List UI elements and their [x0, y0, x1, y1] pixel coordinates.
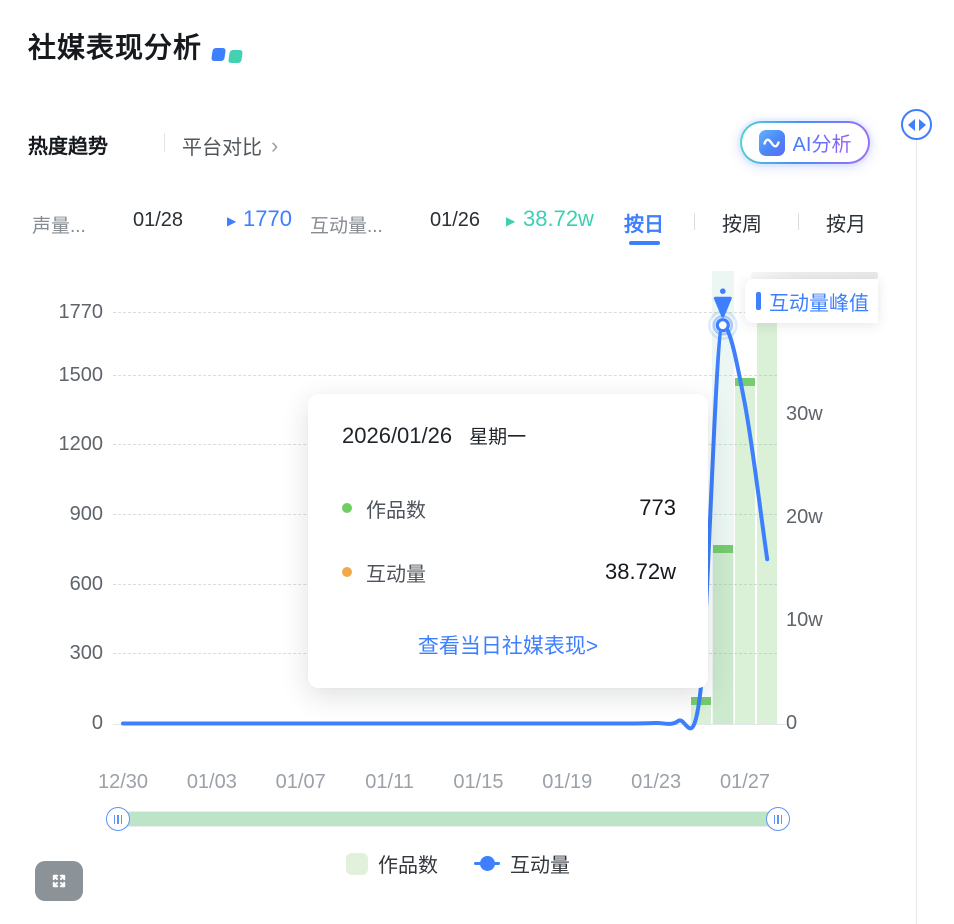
works-swatch-icon	[346, 853, 368, 875]
granularity-by-week[interactable]: 按周	[722, 208, 762, 237]
engagement-value: 38.72w	[523, 206, 594, 232]
slider-handle-left[interactable]	[106, 807, 130, 831]
x-axis-tick: 01/07	[256, 771, 346, 794]
x-axis-tick: 12/30	[78, 771, 168, 794]
legend-engagement-label: 互动量	[510, 849, 570, 878]
gridline	[113, 375, 777, 376]
title-decoration-teal-square	[228, 50, 243, 63]
tooltip-weekday: 星期一	[469, 422, 526, 449]
granularity-by-month[interactable]: 按月	[826, 208, 866, 237]
tooltip-row-works: 作品数 773	[342, 495, 676, 521]
y-axis-tick-right: 30w	[786, 403, 823, 426]
tooltip-works-label: 作品数	[366, 494, 426, 523]
volume-date: 01/28	[133, 209, 183, 232]
background-card-edge	[751, 272, 878, 279]
tooltip-engagement-value: 38.72w	[605, 559, 676, 585]
peak-annotation-accent-bar	[756, 292, 761, 310]
panel-divider	[916, 139, 917, 924]
granularity-divider	[694, 213, 695, 230]
engagement-dot-icon	[342, 567, 352, 577]
ai-analysis-button[interactable]: AI分析	[740, 121, 870, 164]
x-axis-tick: 01/11	[345, 771, 435, 794]
engagement-series-label: 互动量...	[310, 211, 383, 238]
page-header: 社媒表现分析	[28, 26, 242, 66]
chevron-right-icon: ›	[271, 137, 278, 155]
gridline	[113, 312, 777, 313]
ai-analysis-label: AI分析	[793, 128, 852, 157]
x-axis-tick: 01/23	[611, 771, 701, 794]
chart-legend: 作品数 互动量	[0, 849, 916, 878]
bar-01/26[interactable]	[713, 545, 733, 724]
engagement-marker-icon: ▶	[506, 214, 515, 228]
bar-cap	[735, 378, 755, 386]
y-axis-tick-left: 0	[0, 712, 103, 735]
x-axis-tick: 01/19	[522, 771, 612, 794]
bar-01/27[interactable]	[735, 378, 755, 724]
peak-annotation-label: 互动量峰值	[769, 287, 869, 316]
panel-collapse-button[interactable]	[901, 109, 932, 140]
y-axis-tick-left: 300	[0, 642, 103, 665]
engagement-date: 01/26	[430, 209, 480, 232]
fullscreen-button[interactable]	[35, 861, 83, 901]
collapse-arrows-icon	[907, 118, 927, 132]
tab-divider	[164, 133, 165, 152]
legend-works-label: 作品数	[378, 849, 438, 878]
volume-series-label: 声量...	[32, 211, 86, 238]
y-axis-tick-left: 600	[0, 573, 103, 596]
volume-marker-icon: ▶	[227, 214, 236, 228]
engagement-line-marker-icon	[474, 856, 500, 871]
legend-item-works[interactable]: 作品数	[346, 849, 438, 878]
date-range-slider-selection[interactable]	[118, 812, 778, 826]
tooltip-row-engagement: 互动量 38.72w	[342, 559, 676, 585]
x-axis-tick: 01/15	[433, 771, 523, 794]
bar-cap	[691, 697, 711, 705]
y-axis-tick-right: 20w	[786, 506, 823, 529]
bar-01/28[interactable]	[757, 313, 777, 724]
y-axis-tick-left: 1500	[0, 364, 103, 387]
ai-wave-icon	[759, 130, 785, 156]
granularity-divider	[798, 213, 799, 230]
expand-arrows-icon	[49, 871, 69, 891]
x-axis-tick: 01/27	[700, 771, 790, 794]
volume-value: 1770	[243, 206, 292, 232]
tooltip-date: 2026/01/26	[342, 423, 452, 449]
bar-01/25[interactable]	[691, 697, 711, 724]
legend-item-engagement[interactable]: 互动量	[474, 849, 570, 878]
title-decoration-blue-square	[211, 48, 226, 61]
works-dot-icon	[342, 503, 352, 513]
y-axis-tick-left: 1200	[0, 433, 103, 456]
view-day-performance-link[interactable]: 查看当日社媒表现>	[308, 630, 708, 660]
tab-heat-trend[interactable]: 热度趋势	[28, 130, 108, 159]
tooltip-engagement-label: 互动量	[366, 558, 426, 587]
tab-platform-compare[interactable]: 平台对比 ›	[182, 131, 278, 160]
y-axis-tick-left: 1770	[0, 301, 103, 324]
chart-tooltip: 2026/01/26 星期一 作品数 773 互动量 38.72w 查看当日社媒…	[308, 394, 708, 688]
page-title: 社媒表现分析	[28, 26, 202, 66]
social-media-analysis-panel: 社媒表现分析 热度趋势 平台对比 › AI分析 声量... 01/28 ▶ 17…	[0, 0, 954, 924]
x-axis-baseline	[113, 724, 790, 725]
granularity-active-underline	[629, 241, 660, 245]
bar-cap	[713, 545, 733, 553]
y-axis-tick-left: 900	[0, 503, 103, 526]
y-axis-tick-right: 0	[786, 712, 797, 735]
y-axis-tick-right: 10w	[786, 609, 823, 632]
slider-handle-right[interactable]	[766, 807, 790, 831]
x-axis-tick: 01/03	[167, 771, 257, 794]
tooltip-date-row: 2026/01/26 星期一	[342, 422, 526, 449]
granularity-by-day[interactable]: 按日	[624, 208, 664, 237]
tab-platform-compare-label: 平台对比	[182, 131, 262, 160]
tooltip-works-value: 773	[639, 495, 676, 521]
peak-annotation-card[interactable]: 互动量峰值	[745, 279, 878, 323]
